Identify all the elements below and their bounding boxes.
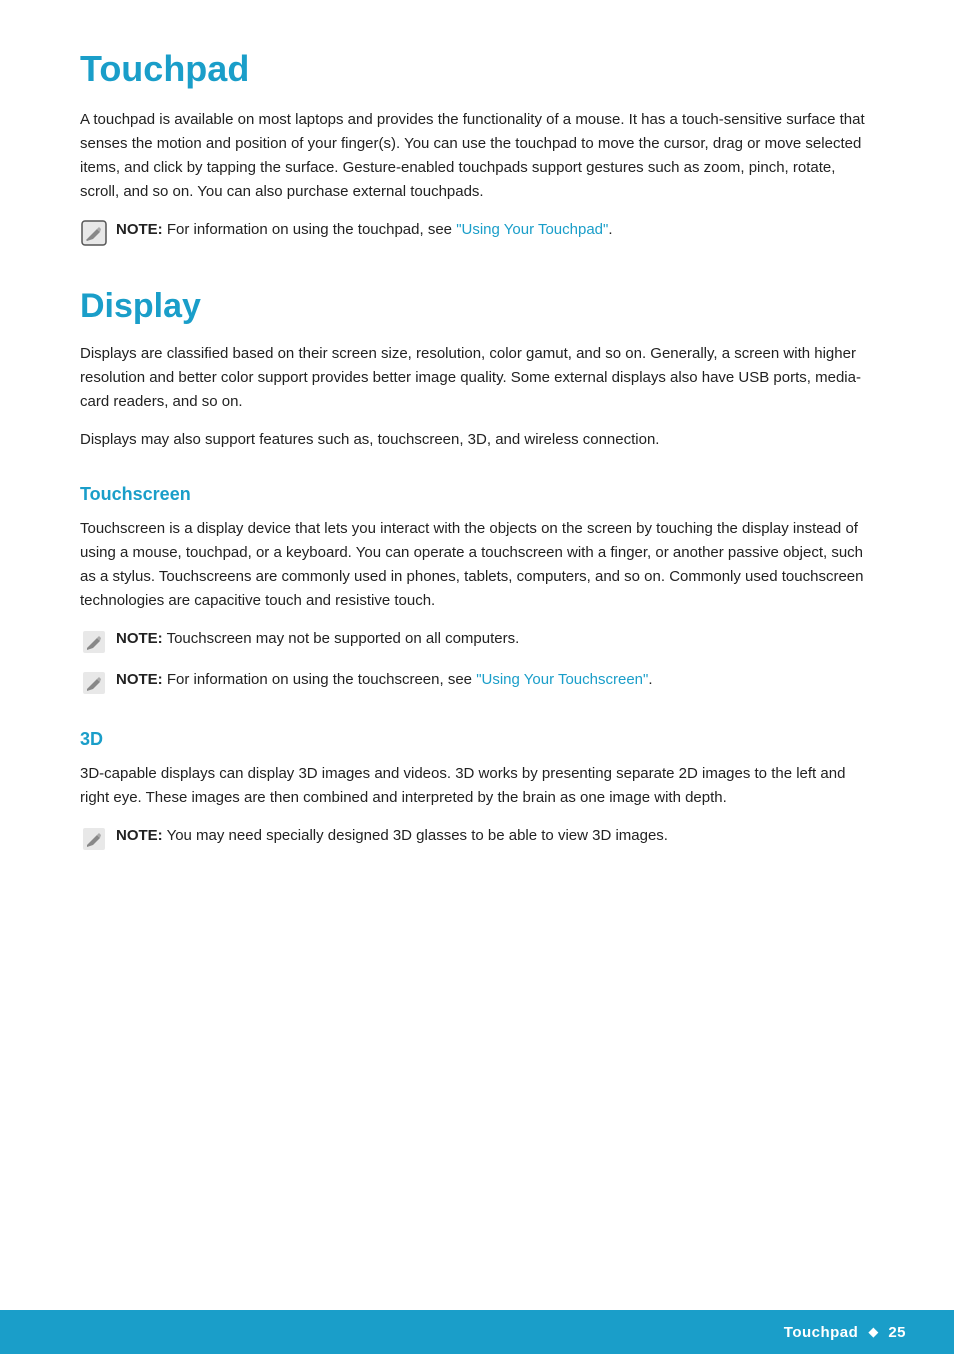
touchpad-note1: NOTE: For information on using the touch… [80,218,874,247]
touchpad-heading: Touchpad [80,48,874,90]
threed-note1-text: NOTE: You may need specially designed 3D… [116,824,668,847]
touchpad-link[interactable]: "Using Your Touchpad" [456,221,608,238]
note-icon-touchscreen1 [80,628,108,656]
footer-diamond: ◆ [868,1324,878,1340]
threed-body1: 3D-capable displays can display 3D image… [80,762,874,810]
display-heading: Display [80,287,874,326]
touchscreen-note2: NOTE: For information on using the touch… [80,668,874,697]
footer-bar: Touchpad ◆ 25 [0,1310,954,1354]
touchscreen-link[interactable]: "Using Your Touchscreen" [476,671,648,688]
touchpad-note1-text: NOTE: For information on using the touch… [116,218,613,241]
footer-label: Touchpad [784,1324,859,1341]
touchscreen-note2-text: NOTE: For information on using the touch… [116,668,653,691]
threed-heading: 3D [80,729,874,750]
footer-page-number: 25 [888,1324,906,1341]
note-icon-touchpad [80,219,108,247]
note-icon-threed [80,825,108,853]
touchscreen-note1-text: NOTE: Touchscreen may not be supported o… [116,627,519,650]
note-icon-touchscreen2 [80,669,108,697]
display-body1: Displays are classified based on their s… [80,342,874,414]
display-body2: Displays may also support features such … [80,428,874,452]
touchscreen-heading: Touchscreen [80,484,874,505]
page-content: Touchpad A touchpad is available on most… [0,0,954,945]
touchscreen-body1: Touchscreen is a display device that let… [80,517,874,613]
threed-note1: NOTE: You may need specially designed 3D… [80,824,874,853]
touchscreen-note1: NOTE: Touchscreen may not be supported o… [80,627,874,656]
touchpad-body1: A touchpad is available on most laptops … [80,108,874,204]
